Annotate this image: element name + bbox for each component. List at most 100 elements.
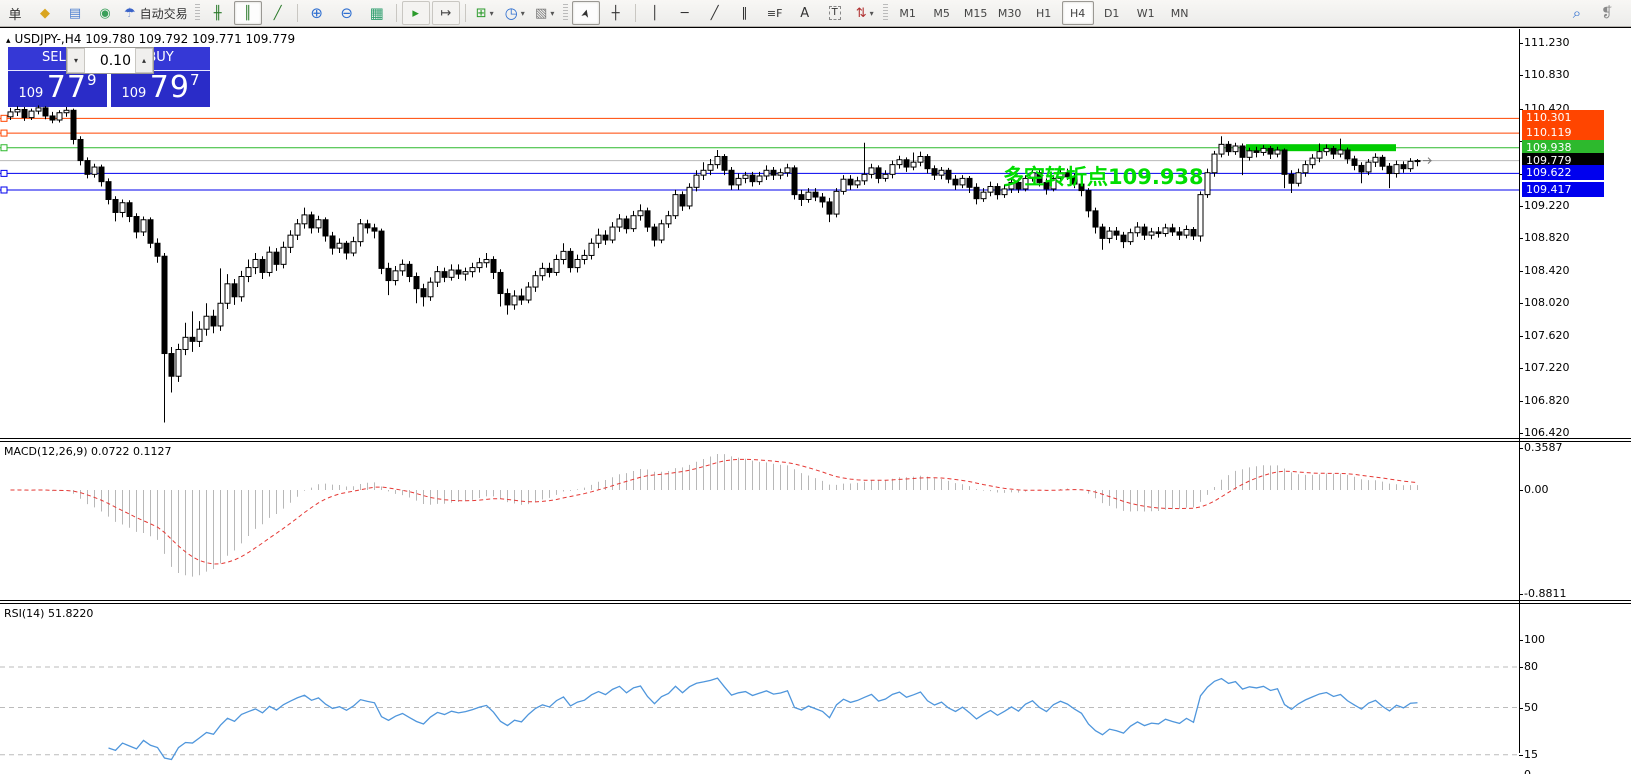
candlestick-chart-button[interactable]: ║ [234, 1, 262, 25]
level-handle[interactable] [1, 115, 7, 121]
fibonacci-button[interactable]: ≡F [761, 1, 789, 25]
price-tick [1519, 401, 1523, 402]
candle-body [631, 216, 636, 229]
zoom-out-button[interactable]: ⊖ [333, 1, 361, 25]
candle-body [1282, 150, 1287, 174]
candle-body [302, 215, 307, 224]
timeframe-m15-button[interactable]: M15 [960, 1, 992, 25]
candle-body [694, 175, 699, 187]
separator [635, 4, 636, 22]
cursor-button[interactable]: ➤ [572, 1, 600, 25]
candle-body [1107, 231, 1112, 238]
candle-body [967, 178, 972, 187]
candle-body [1177, 232, 1182, 235]
new-order-button[interactable]: 单 [1, 1, 29, 25]
rsi-pane[interactable] [0, 603, 1519, 753]
volume-input[interactable] [85, 48, 135, 73]
trendline-button[interactable]: ╱ [701, 1, 729, 25]
chart-annotation[interactable]: 多空转折点109.938 [1003, 161, 1204, 191]
level-handle[interactable] [1, 170, 7, 176]
candle-body [568, 251, 573, 267]
candle-body [316, 220, 321, 228]
volume-increase-button[interactable]: ▴ [135, 48, 153, 73]
candle-body [491, 259, 496, 272]
candle-body [414, 277, 419, 289]
candle-body [1114, 231, 1119, 235]
candle-body [141, 220, 146, 232]
chat-button[interactable]: ❡ [1593, 1, 1621, 25]
bar-chart-button[interactable]: ╫ [204, 1, 232, 25]
candle-body [799, 195, 804, 200]
candle-body [834, 191, 839, 214]
zoom-in-button[interactable]: ⊕ [303, 1, 331, 25]
candle-body [442, 272, 447, 278]
text-button[interactable]: A [791, 1, 819, 25]
text-label-button[interactable]: T [821, 1, 849, 25]
price-chart-pane[interactable] [0, 29, 1519, 441]
timeframe-h1-button[interactable]: H1 [1028, 1, 1060, 25]
candle-body [211, 316, 216, 326]
separator [396, 4, 397, 22]
timeframe-m1-button[interactable]: M1 [892, 1, 924, 25]
candle-body [288, 235, 293, 247]
gold-gem-icon[interactable]: ◆ [31, 1, 59, 25]
candle-body [456, 270, 461, 274]
arrows-button[interactable]: ⇅▾ [851, 1, 879, 25]
price-tick [1519, 75, 1523, 76]
candle-body [1086, 191, 1091, 211]
timeframe-m30-button[interactable]: M30 [994, 1, 1026, 25]
level-handle[interactable] [1, 130, 7, 136]
signals-icon[interactable]: ◉ [91, 1, 119, 25]
autotrading-label: 自动交易 [140, 5, 188, 22]
candle-body [757, 176, 762, 182]
timeframe-d1-button[interactable]: D1 [1096, 1, 1128, 25]
rsi-axis-label: 15 [1524, 748, 1538, 761]
candle-body [113, 199, 118, 212]
candle-body [1219, 144, 1224, 154]
volume-decrease-button[interactable]: ▾ [67, 48, 85, 73]
candle-body [1338, 150, 1343, 154]
candle-body [281, 247, 286, 264]
line-chart-button[interactable]: ╱ [264, 1, 292, 25]
candle-body [1415, 161, 1420, 162]
candle-body [862, 174, 867, 180]
timeframe-mn-button[interactable]: MN [1164, 1, 1196, 25]
level-handle[interactable] [1, 187, 7, 193]
macd-pane[interactable] [0, 442, 1519, 600]
periods-button[interactable]: ◷▾ [501, 1, 529, 25]
price-tick [1519, 368, 1523, 369]
candle-body [239, 277, 244, 297]
timeframe-h4-button[interactable]: H4 [1062, 1, 1094, 25]
chart-shift-button[interactable]: ↦ [432, 1, 460, 25]
pane-separator[interactable] [0, 438, 1631, 439]
level-handle[interactable] [1, 145, 7, 151]
macd-axis-label: 0.3587 [1524, 441, 1563, 454]
template-button[interactable]: ▧▾ [531, 1, 559, 25]
candle-body [1394, 165, 1399, 174]
timeframe-w1-button[interactable]: W1 [1130, 1, 1162, 25]
chart-window[interactable]: ▴USDJPY-,H4 109.780 109.792 109.771 109.… [0, 27, 1631, 774]
horizontal-line-button[interactable]: ─ [671, 1, 699, 25]
auto-scroll-button[interactable]: ▸ [402, 1, 430, 25]
tile-windows-button[interactable]: ▦ [363, 1, 391, 25]
candle-body [127, 203, 132, 217]
separator [297, 4, 298, 22]
price-tick-label: 109.220 [1524, 199, 1570, 212]
new-chart-button[interactable]: ⊞▾ [471, 1, 499, 25]
terminal-window-icon[interactable]: ▤ [61, 1, 89, 25]
candle-body [624, 219, 629, 229]
search-button[interactable]: ⌕ [1563, 1, 1591, 25]
timeframe-m5-button[interactable]: M5 [926, 1, 958, 25]
candle-body [666, 216, 671, 224]
pane-separator[interactable] [0, 600, 1631, 601]
candle-body [932, 169, 937, 175]
candle-body [1268, 148, 1273, 154]
autotrading-button[interactable]: ☂ 自动交易 [121, 1, 191, 25]
candle-body [743, 175, 748, 178]
vertical-line-button[interactable]: │ [641, 1, 669, 25]
crosshair-button[interactable]: ┼ [602, 1, 630, 25]
candle-body [351, 242, 356, 253]
candle-body [589, 243, 594, 255]
equidistant-channel-button[interactable]: ∥ [731, 1, 759, 25]
mt4-terminal: 单 ◆ ▤ ◉ ☂ 自动交易 ╫ ║ ╱ ⊕ ⊖ ▦ ▸ ↦ ⊞▾ ◷▾ ▧▾ … [0, 0, 1631, 774]
